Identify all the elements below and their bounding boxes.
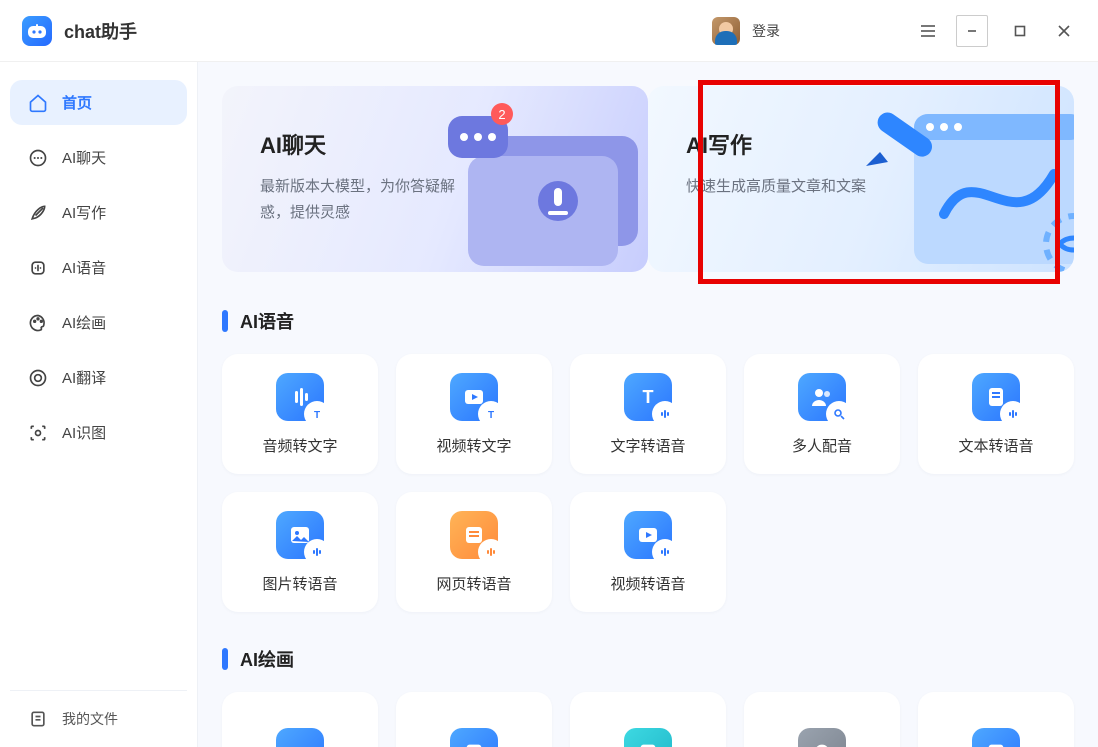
sidebar-item-ai-chat[interactable]: AI聊天 [10, 135, 187, 180]
sidebar-item-label: AI聊天 [62, 147, 106, 168]
text-badge-icon: T [306, 403, 328, 425]
sidebar-item-label: AI翻译 [62, 367, 106, 388]
tile-draw-3[interactable] [570, 692, 726, 747]
tile-label: 音频转文字 [262, 435, 337, 456]
tile-label: 文本转语音 [958, 435, 1033, 456]
titlebar: chat助手 登录 [0, 0, 1098, 62]
sound-badge-icon [480, 541, 502, 563]
tile-text-to-voice[interactable]: 文本转语音 [918, 354, 1074, 474]
search-badge-icon [828, 403, 850, 425]
tile-draw-2[interactable] [396, 692, 552, 747]
hero-row: AI聊天 最新版本大模型，为你答疑解惑，提供灵感 2 AI写作 快速生成高质量文… [222, 86, 1074, 272]
sidebar-item-ai-write[interactable]: AI写作 [10, 190, 187, 235]
tile-web-to-voice[interactable]: 网页转语音 [396, 492, 552, 612]
text-badge-icon: T [480, 403, 502, 425]
main-content: AI聊天 最新版本大模型，为你答疑解惑，提供灵感 2 AI写作 快速生成高质量文… [198, 62, 1098, 747]
tile-label: 视频转语音 [610, 573, 685, 594]
people-icon [798, 373, 846, 421]
draw-icon: AI [276, 728, 324, 747]
draw-icon [972, 728, 1020, 747]
chat-icon [28, 148, 48, 168]
app-logo [22, 16, 52, 46]
draw-icon [450, 728, 498, 747]
section-bar-icon [222, 310, 228, 332]
tile-label: 视频转文字 [436, 435, 511, 456]
app-title: chat助手 [64, 18, 137, 44]
section-title: AI绘画 [240, 646, 294, 672]
hero-write-illustration [844, 94, 1074, 272]
sidebar-footer-label: 我的文件 [62, 709, 118, 729]
voice-icon [28, 258, 48, 278]
sound-badge-icon [654, 403, 676, 425]
sound-badge-icon [1002, 403, 1024, 425]
section-title: AI语音 [240, 308, 294, 334]
sound-badge-icon [654, 541, 676, 563]
login-link[interactable]: 登录 [752, 21, 780, 41]
tile-multi-voice[interactable]: 多人配音 [744, 354, 900, 474]
sidebar-my-files[interactable]: 我的文件 [10, 690, 187, 747]
tile-draw-4[interactable] [744, 692, 900, 747]
sidebar-item-label: AI写作 [62, 202, 106, 223]
hero-chat-illustration: 2 [428, 96, 648, 272]
window-maximize-button[interactable] [1004, 15, 1036, 47]
sidebar: 首页 AI聊天 AI写作 AI语音 AI绘画 [0, 62, 198, 747]
text-icon: T [624, 373, 672, 421]
svg-text:T: T [314, 410, 320, 420]
hero-card-ai-write[interactable]: AI写作 快速生成高质量文章和文案 [648, 86, 1074, 272]
tile-draw-1[interactable]: AI [222, 692, 378, 747]
image-icon [276, 511, 324, 559]
scan-icon [28, 423, 48, 443]
draw-icon [798, 728, 846, 747]
sidebar-item-label: 首页 [62, 92, 92, 113]
window-close-button[interactable] [1048, 15, 1080, 47]
window-minimize-button[interactable] [956, 15, 988, 47]
tile-label: 多人配音 [792, 435, 852, 456]
files-icon [28, 709, 48, 729]
tile-video-to-text[interactable]: T 视频转文字 [396, 354, 552, 474]
section-head-voice: AI语音 [222, 308, 1074, 334]
sound-badge-icon [306, 541, 328, 563]
avatar[interactable] [712, 17, 740, 45]
section-head-draw: AI绘画 [222, 646, 1074, 672]
web-icon [450, 511, 498, 559]
voice-tile-grid: T 音频转文字 T 视频转文字 T 文字转语音 [222, 354, 1074, 612]
sidebar-item-home[interactable]: 首页 [10, 80, 187, 125]
draw-icon [624, 728, 672, 747]
tile-audio-to-text[interactable]: T 音频转文字 [222, 354, 378, 474]
feather-icon [28, 203, 48, 223]
sidebar-item-label: AI语音 [62, 257, 106, 278]
home-icon [28, 93, 48, 113]
tile-label: 图片转语音 [262, 573, 337, 594]
video-icon [624, 511, 672, 559]
tile-label: 网页转语音 [436, 573, 511, 594]
tile-image-to-voice[interactable]: 图片转语音 [222, 492, 378, 612]
tile-label: 文字转语音 [610, 435, 685, 456]
palette-icon [28, 313, 48, 333]
sidebar-item-ai-translate[interactable]: AI翻译 [10, 355, 187, 400]
sidebar-item-ai-voice[interactable]: AI语音 [10, 245, 187, 290]
video-icon: T [450, 373, 498, 421]
sidebar-item-label: AI识图 [62, 422, 106, 443]
hero-card-ai-chat[interactable]: AI聊天 最新版本大模型，为你答疑解惑，提供灵感 2 [222, 86, 648, 272]
sidebar-item-ai-vision[interactable]: AI识图 [10, 410, 187, 455]
tile-draw-5[interactable] [918, 692, 1074, 747]
notification-badge: 2 [498, 107, 505, 122]
tile-video-to-voice[interactable]: 视频转语音 [570, 492, 726, 612]
audio-icon: T [276, 373, 324, 421]
svg-text:T: T [488, 410, 494, 420]
draw-tile-grid: AI [222, 692, 1074, 747]
menu-icon[interactable] [912, 15, 944, 47]
section-bar-icon [222, 648, 228, 670]
document-icon [972, 373, 1020, 421]
sidebar-item-label: AI绘画 [62, 312, 106, 333]
translate-icon [28, 368, 48, 388]
sidebar-item-ai-draw[interactable]: AI绘画 [10, 300, 187, 345]
svg-text:T: T [643, 387, 654, 407]
tile-text-to-speech[interactable]: T 文字转语音 [570, 354, 726, 474]
